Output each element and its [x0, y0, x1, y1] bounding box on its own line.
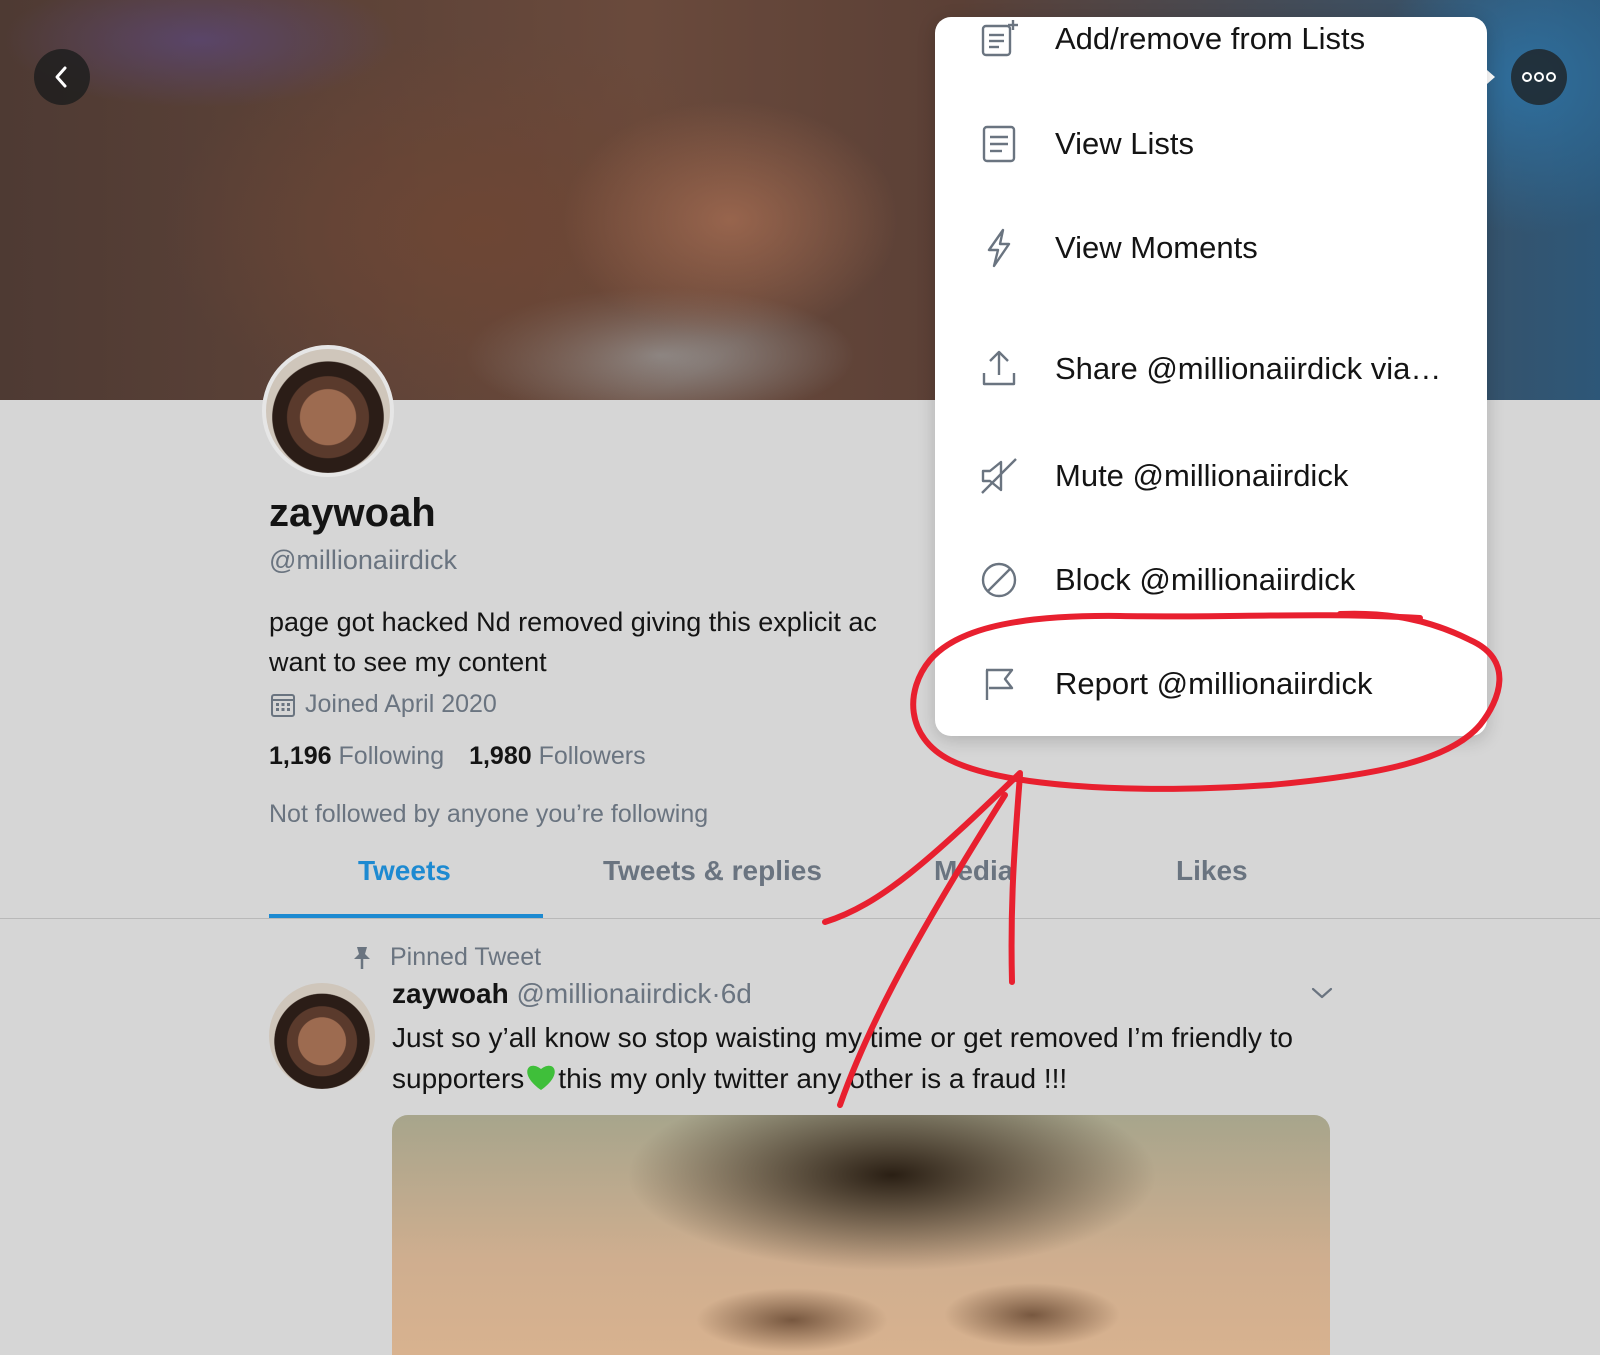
tweet-text: Just so y’all know so stop waisting my t…: [392, 1017, 1332, 1099]
tabs-divider: [0, 918, 1600, 919]
chevron-down-icon: [1311, 987, 1333, 999]
joined-date: Joined April 2020: [305, 690, 497, 718]
menu-item-view-moments[interactable]: View Moments: [935, 196, 1487, 300]
menu-item-label: Add/remove from Lists: [1055, 21, 1366, 56]
more-options-button[interactable]: [1511, 49, 1567, 105]
green-heart-emoji: [527, 1065, 556, 1090]
share-icon: [982, 350, 1016, 386]
more-dots-icon: [1522, 72, 1556, 82]
menu-item-add-remove-lists[interactable]: Add/remove from Lists: [935, 0, 1487, 91]
tweet-author-name[interactable]: zaywoah: [392, 978, 509, 1009]
menu-item-mute[interactable]: Mute @millionaiirdick: [935, 424, 1487, 528]
tab-media[interactable]: Media: [934, 855, 1013, 887]
menu-item-label: View Moments: [1055, 230, 1258, 265]
menu-item-label: Report @millionaiirdick: [1055, 666, 1373, 701]
list-icon: [982, 125, 1016, 163]
list-add-icon: [981, 20, 1018, 57]
menu-item-label: View Lists: [1055, 126, 1194, 161]
menu-item-label: Share @millionaiirdick via…: [1055, 351, 1442, 386]
joined-date-row: Joined April 2020: [269, 690, 497, 719]
following-link[interactable]: 1,196 Following: [269, 742, 444, 770]
menu-item-block[interactable]: Block @millionaiirdick: [935, 528, 1487, 632]
followers-label: Followers: [538, 742, 646, 770]
tab-likes[interactable]: Likes: [1176, 855, 1248, 887]
not-followed-note: Not followed by anyone you’re following: [269, 800, 709, 828]
profile-avatar[interactable]: [262, 345, 394, 477]
followers-count: 1,980: [469, 742, 532, 770]
menu-item-label: Block @millionaiirdick: [1055, 562, 1356, 597]
lightning-icon: [987, 228, 1011, 268]
profile-handle: @millionaiirdick: [269, 545, 457, 575]
tweet-header: zaywoah @millionaiirdick·6d: [392, 978, 752, 1010]
mute-icon: [981, 458, 1017, 494]
app-screen: zaywoah @millionaiirdick page got hacked…: [0, 0, 1600, 1355]
profile-bio: page got hacked Nd removed giving this e…: [269, 607, 877, 677]
chevron-left-icon: [55, 66, 67, 88]
tweet-options-button[interactable]: [1310, 985, 1334, 1006]
follow-stats: 1,196 Following 1,980 Followers: [269, 742, 646, 771]
tweet-timestamp: 6d: [720, 978, 752, 1009]
tweet-media-image[interactable]: [392, 1115, 1330, 1355]
menu-item-view-lists[interactable]: View Lists: [935, 92, 1487, 196]
profile-options-menu: Add/remove from Lists View Lists View Mo…: [935, 17, 1487, 736]
flag-icon: [985, 668, 1014, 700]
following-count: 1,196: [269, 742, 332, 770]
tweet-text-part-2: this my only twitter any other is a frau…: [558, 1063, 1068, 1094]
tweet-author-handle: @millionaiirdick: [516, 978, 712, 1009]
back-button[interactable]: [34, 49, 90, 105]
block-icon: [981, 562, 1017, 598]
profile-display-name: zaywoah: [269, 491, 436, 535]
followers-link[interactable]: 1,980 Followers: [469, 742, 646, 770]
profile-tabs: Tweets Tweets & replies Media Likes: [269, 855, 1329, 919]
pinned-tweet-label-row: Pinned Tweet: [350, 943, 541, 972]
tab-tweets-and-replies[interactable]: Tweets & replies: [603, 855, 822, 887]
menu-item-label: Mute @millionaiirdick: [1055, 458, 1349, 493]
pinned-tweet-label: Pinned Tweet: [390, 943, 542, 971]
following-label: Following: [338, 742, 445, 770]
menu-item-share[interactable]: Share @millionaiirdick via…: [935, 317, 1487, 421]
calendar-icon: [271, 693, 295, 717]
tab-tweets[interactable]: Tweets: [358, 855, 451, 887]
tweet-separator: ·: [711, 978, 721, 1009]
pin-icon: [354, 946, 370, 969]
menu-item-report[interactable]: Report @millionaiirdick: [935, 632, 1487, 736]
tweet-author-avatar[interactable]: [269, 983, 375, 1089]
